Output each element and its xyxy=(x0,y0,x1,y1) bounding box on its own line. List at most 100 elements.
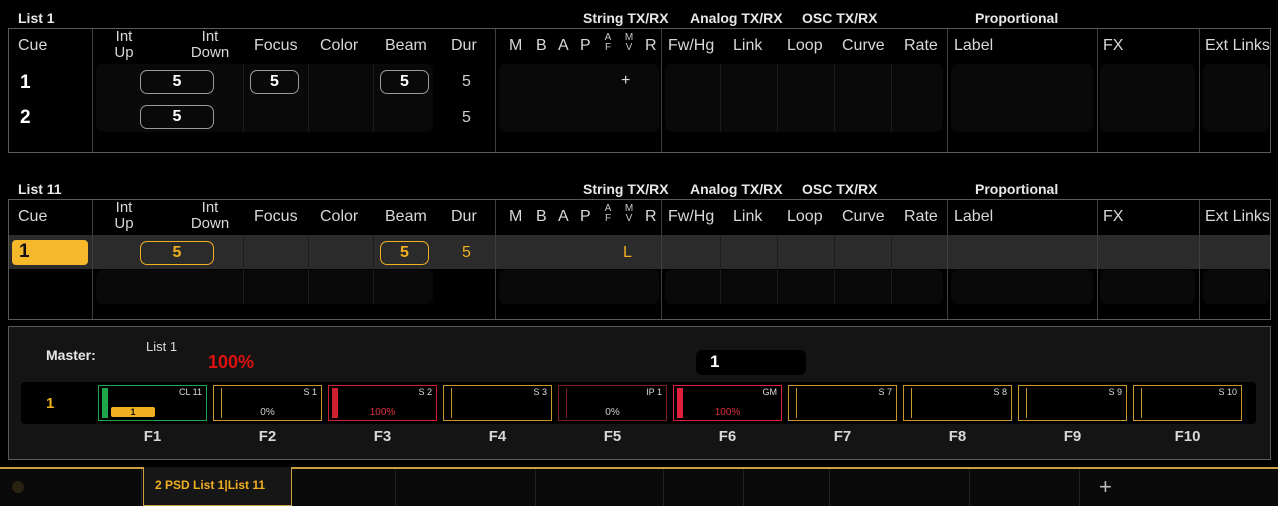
col-int-down[interactable]: Int Down xyxy=(188,29,232,61)
home-icon[interactable] xyxy=(12,481,24,493)
beam-value[interactable]: 5 xyxy=(380,241,429,265)
tab-inactive[interactable] xyxy=(292,469,396,506)
string-txrx-label: String TX/RX xyxy=(583,10,669,26)
fader-f6[interactable]: GM 100% xyxy=(673,385,782,421)
fader-key-label[interactable]: F1 xyxy=(98,428,207,445)
col-rate[interactable]: Rate xyxy=(904,208,938,226)
tab-inactive[interactable] xyxy=(396,469,536,506)
fader-level-bar[interactable] xyxy=(911,388,912,418)
tab-inactive[interactable] xyxy=(744,469,830,506)
fader-key-label[interactable]: F9 xyxy=(1018,428,1127,445)
fader-key-label[interactable]: F8 xyxy=(903,428,1012,445)
col-dur[interactable]: Dur xyxy=(451,37,477,55)
col-r[interactable]: R xyxy=(645,37,657,55)
cue-number-selected[interactable]: 1 xyxy=(12,240,88,265)
col-loop[interactable]: Loop xyxy=(787,37,823,55)
col-fx[interactable]: FX xyxy=(1103,208,1123,226)
col-cue[interactable]: Cue xyxy=(18,208,47,226)
col-m[interactable]: M xyxy=(509,37,522,55)
fader-f5[interactable]: IP 1 0% xyxy=(558,385,667,421)
fader-level-bar[interactable] xyxy=(796,388,797,418)
fader-f3[interactable]: S 2 100% xyxy=(328,385,437,421)
col-a[interactable]: A xyxy=(558,37,569,55)
col-a[interactable]: A xyxy=(558,208,569,226)
fader-key-label[interactable]: F5 xyxy=(558,428,667,445)
fader-key-label[interactable]: F3 xyxy=(328,428,437,445)
fader-level-bar[interactable] xyxy=(1026,388,1027,418)
col-int-up[interactable]: Int Up xyxy=(108,200,140,232)
col-curve[interactable]: Curve xyxy=(842,208,885,226)
col-mv[interactable]: MV xyxy=(624,204,634,224)
col-b[interactable]: B xyxy=(536,208,547,226)
fader-level-bar[interactable] xyxy=(1141,388,1142,418)
fader-level-bar[interactable] xyxy=(102,388,108,418)
fader-target-label: CL 11 xyxy=(178,387,202,397)
col-ext-links[interactable]: Ext Links xyxy=(1205,37,1270,55)
fader-key-label[interactable]: F7 xyxy=(788,428,897,445)
fader-level-bar[interactable] xyxy=(451,388,452,418)
col-ext-links[interactable]: Ext Links xyxy=(1205,208,1270,226)
fader-f9[interactable]: S 9 xyxy=(1018,385,1127,421)
col-curve[interactable]: Curve xyxy=(842,37,885,55)
cue-number[interactable]: 2 xyxy=(20,107,31,129)
focus-value[interactable]: 5 xyxy=(250,70,299,94)
fader-f1[interactable]: CL 11 1 xyxy=(98,385,207,421)
fader-percent: 100% xyxy=(714,407,741,418)
fader-target-label: S 10 xyxy=(1218,387,1237,397)
col-cue[interactable]: Cue xyxy=(18,37,47,55)
col-rate[interactable]: Rate xyxy=(904,37,938,55)
fader-f10[interactable]: S 10 xyxy=(1133,385,1242,421)
fader-target-label: IP 1 xyxy=(646,387,662,397)
tab-inactive[interactable] xyxy=(664,469,744,506)
int-down-value[interactable]: 5 xyxy=(140,105,214,129)
col-p[interactable]: P xyxy=(580,37,591,55)
col-focus[interactable]: Focus xyxy=(254,208,298,226)
col-int-up[interactable]: Int Up xyxy=(108,29,140,61)
tab-inactive[interactable] xyxy=(970,469,1080,506)
fader-f4[interactable]: S 3 xyxy=(443,385,552,421)
col-beam[interactable]: Beam xyxy=(385,208,427,226)
dur-value[interactable]: 5 xyxy=(462,109,471,127)
col-fx[interactable]: FX xyxy=(1103,37,1123,55)
cue-command-field[interactable]: 1 xyxy=(696,350,806,375)
fader-key-label[interactable]: F4 xyxy=(443,428,552,445)
tab-inactive[interactable] xyxy=(830,469,970,506)
col-af[interactable]: AF xyxy=(603,204,613,224)
col-b[interactable]: B xyxy=(536,37,547,55)
col-loop[interactable]: Loop xyxy=(787,208,823,226)
cue-number[interactable]: 1 xyxy=(20,72,31,94)
fader-f7[interactable]: S 7 xyxy=(788,385,897,421)
col-link[interactable]: Link xyxy=(733,208,762,226)
beam-value[interactable]: 5 xyxy=(380,70,429,94)
col-link[interactable]: Link xyxy=(733,37,762,55)
col-af[interactable]: AF xyxy=(603,33,613,53)
col-label[interactable]: Label xyxy=(954,208,993,226)
dur-value[interactable]: 5 xyxy=(462,73,471,91)
col-color[interactable]: Color xyxy=(320,37,358,55)
fader-f8[interactable]: S 8 xyxy=(903,385,1012,421)
col-color[interactable]: Color xyxy=(320,208,358,226)
fader-f2[interactable]: S 1 0% xyxy=(213,385,322,421)
tab-inactive[interactable] xyxy=(536,469,664,506)
col-fwhg[interactable]: Fw/Hg xyxy=(668,208,714,226)
mv-flag: L xyxy=(623,244,632,261)
col-m[interactable]: M xyxy=(509,208,522,226)
col-fwhg[interactable]: Fw/Hg xyxy=(668,37,714,55)
fader-key-label[interactable]: F2 xyxy=(213,428,322,445)
col-p[interactable]: P xyxy=(580,208,591,226)
dur-value[interactable]: 5 xyxy=(462,244,471,262)
col-mv[interactable]: MV xyxy=(624,33,634,53)
fader-key-label[interactable]: F10 xyxy=(1133,428,1242,445)
fader-key-label[interactable]: F6 xyxy=(673,428,782,445)
col-r[interactable]: R xyxy=(645,208,657,226)
add-tab-button[interactable]: + xyxy=(1099,474,1112,500)
col-int-down[interactable]: Int Down xyxy=(188,200,232,232)
tab-active[interactable]: 2 PSD List 1|List 11 xyxy=(143,467,292,506)
int-down-value[interactable]: 5 xyxy=(140,70,214,94)
col-dur[interactable]: Dur xyxy=(451,208,477,226)
tab-inactive[interactable] xyxy=(30,469,142,506)
col-label[interactable]: Label xyxy=(954,37,993,55)
col-beam[interactable]: Beam xyxy=(385,37,427,55)
int-down-value[interactable]: 5 xyxy=(140,241,214,265)
col-focus[interactable]: Focus xyxy=(254,37,298,55)
